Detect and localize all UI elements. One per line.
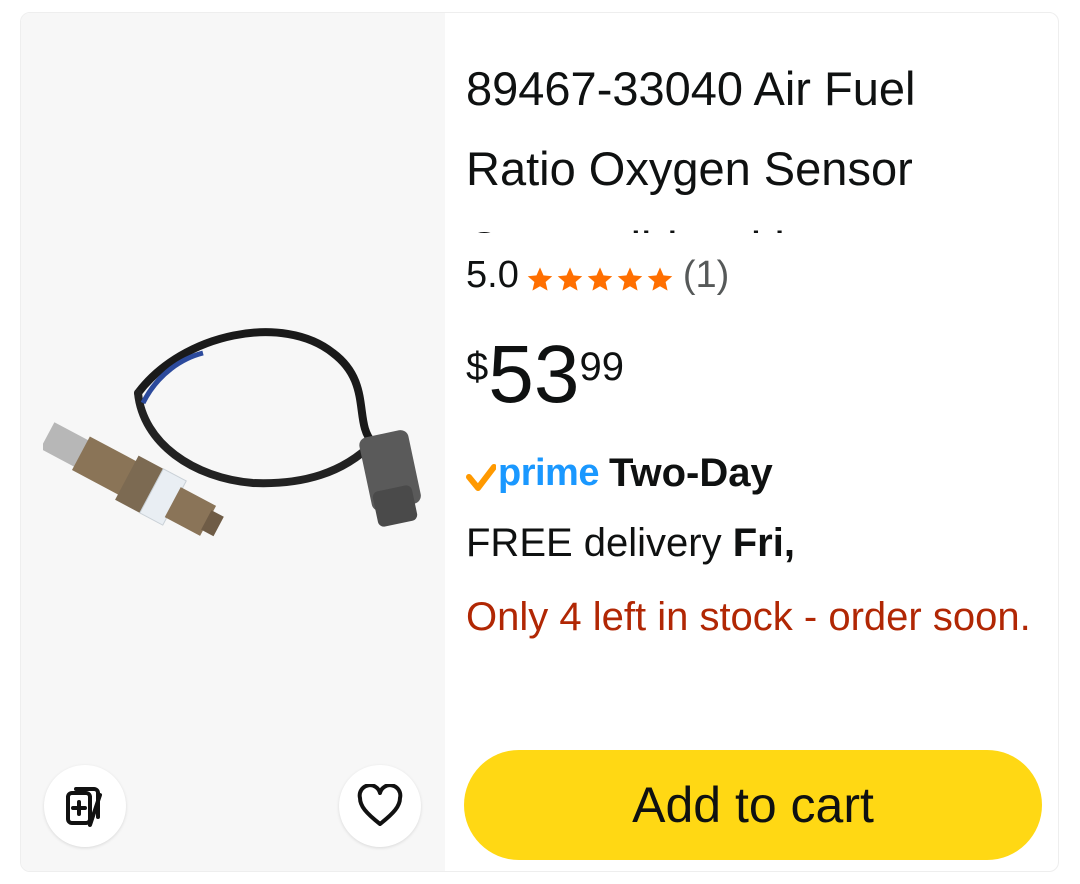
product-image-panel[interactable] <box>21 13 445 871</box>
star-icon <box>587 267 613 291</box>
price-fraction: 99 <box>579 345 624 389</box>
delivery-prefix: FREE delivery <box>466 521 733 565</box>
star-icon <box>647 267 673 291</box>
shipping-speed: Two-Day <box>608 450 773 495</box>
compare-similar-button[interactable] <box>44 765 126 847</box>
product-card[interactable]: 89467-33040 Air Fuel Ratio Oxygen Sensor… <box>20 12 1059 872</box>
heart-icon <box>357 784 403 826</box>
wishlist-button[interactable] <box>339 765 421 847</box>
product-title[interactable]: 89467-33040 Air Fuel Ratio Oxygen Sensor… <box>466 49 1036 233</box>
delivery-day: Fri, <box>732 521 795 565</box>
price-whole: 53 <box>488 329 580 420</box>
prime-logo: prime <box>498 451 599 494</box>
stock-message: Only 4 left in stock - order soon. <box>466 595 1031 639</box>
rating-row[interactable]: 5.0 (1) <box>466 247 729 303</box>
star-icon <box>617 267 643 291</box>
product-image[interactable] <box>43 313 443 573</box>
price: $ 53 99 <box>466 331 624 419</box>
star-icon <box>557 267 583 291</box>
add-to-compare-icon <box>66 787 102 827</box>
star-rating <box>525 265 675 293</box>
product-info: 89467-33040 Air Fuel Ratio Oxygen Sensor… <box>466 13 1046 871</box>
prime-badge-row: prime Two-Day <box>466 443 773 503</box>
price-symbol: $ <box>466 345 489 389</box>
delivery-info: FREE delivery Fri, <box>466 513 795 573</box>
add-to-cart-button[interactable]: Add to cart <box>464 750 1042 860</box>
rating-value: 5.0 <box>466 253 519 296</box>
prime-check-icon <box>466 464 496 491</box>
star-icon <box>527 267 553 291</box>
rating-count: (1) <box>682 253 730 296</box>
